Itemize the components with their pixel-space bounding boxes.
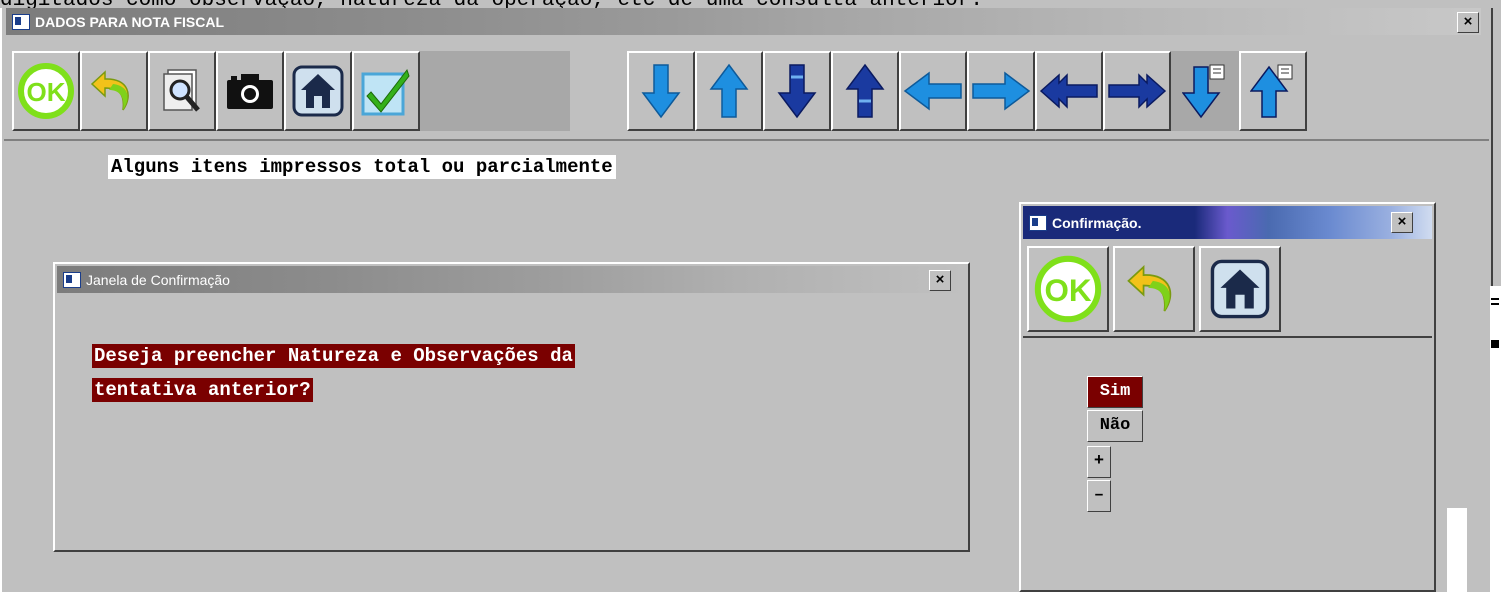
page-down-icon <box>1182 64 1225 119</box>
panel-home-button[interactable] <box>1199 246 1281 332</box>
window-app-icon <box>1029 214 1047 231</box>
confirm-dialog-titlebar[interactable]: Janela de Confirmação <box>57 266 966 293</box>
home-button[interactable] <box>284 51 352 131</box>
option-nao[interactable]: Não <box>1087 410 1143 442</box>
page-up-button[interactable] <box>1239 51 1307 131</box>
arrow-down-dark-button[interactable] <box>763 51 831 131</box>
arrow-up-dark-icon <box>845 63 885 118</box>
confirmation-panel-title: Confirmação. <box>1052 214 1142 231</box>
home-icon <box>1210 259 1270 319</box>
confirm-dialog: Janela de Confirmação × Deseja preencher… <box>53 262 970 552</box>
camera-button[interactable] <box>216 51 284 131</box>
edge-mark <box>1491 298 1499 300</box>
arrow-up-dark-button[interactable] <box>831 51 899 131</box>
arrow-up-icon <box>709 63 749 118</box>
confirm-dialog-title: Janela de Confirmação <box>86 271 230 288</box>
ok-icon: OK <box>1034 255 1102 323</box>
option-minus[interactable]: – <box>1087 480 1111 512</box>
undo-arrow-icon <box>90 70 129 111</box>
empty-toolbar-slot <box>420 51 570 131</box>
page-up-icon <box>1250 64 1293 118</box>
last-record-button[interactable] <box>1103 51 1171 131</box>
confirm-message-line2: tentativa anterior? <box>92 378 313 402</box>
main-window-titlebar[interactable]: DADOS PARA NOTA FISCAL <box>6 8 1481 35</box>
confirm-message-line1: Deseja preencher Natureza e Observações … <box>92 344 575 368</box>
main-window-title: DADOS PARA NOTA FISCAL <box>35 13 224 30</box>
confirmation-panel: Confirmação. × OK <box>1019 202 1436 592</box>
arrow-down-icon <box>641 64 681 119</box>
arrow-up-button[interactable] <box>695 51 763 131</box>
window-app-icon <box>12 13 30 30</box>
confirm-check-button[interactable] <box>352 51 420 131</box>
confirm-dialog-close-button[interactable]: × <box>929 270 951 291</box>
confirmation-panel-close-button[interactable]: × <box>1391 212 1413 233</box>
confirmation-panel-toolbar: OK <box>1023 244 1432 338</box>
panel-back-button[interactable] <box>1113 246 1195 332</box>
confirmation-panel-titlebar[interactable]: Confirmação. <box>1023 206 1432 239</box>
svg-text:OK: OK <box>1044 273 1091 308</box>
magnifier-icon <box>163 69 200 112</box>
status-banner: Alguns itens impressos total ou parcialm… <box>108 155 616 179</box>
preview-button[interactable] <box>148 51 216 131</box>
svg-text:OK: OK <box>27 77 66 107</box>
back-button[interactable] <box>80 51 148 131</box>
option-sim[interactable]: Sim <box>1087 376 1143 408</box>
window-app-icon <box>63 271 81 288</box>
main-window-close-button[interactable]: × <box>1457 12 1479 33</box>
arrow-left-icon <box>903 71 962 111</box>
right-edge-strip <box>1490 286 1501 592</box>
white-bar <box>1447 508 1467 592</box>
edge-mark <box>1491 303 1499 305</box>
ok-button[interactable]: OK <box>12 51 80 131</box>
double-arrow-right-icon <box>1108 73 1167 109</box>
option-plus[interactable]: + <box>1087 446 1111 478</box>
home-icon <box>292 65 344 117</box>
arrow-right-button[interactable] <box>967 51 1035 131</box>
page-down-button[interactable] <box>1171 51 1239 131</box>
first-record-button[interactable] <box>1035 51 1103 131</box>
undo-arrow-icon <box>1127 264 1172 312</box>
arrow-left-button[interactable] <box>899 51 967 131</box>
panel-ok-button[interactable]: OK <box>1027 246 1109 332</box>
edge-mark <box>1491 340 1499 348</box>
arrow-right-icon <box>972 71 1031 111</box>
camera-icon <box>227 74 273 109</box>
ok-icon: OK <box>18 63 74 119</box>
toolbar: OK <box>4 41 1489 141</box>
arrow-down-dark-icon <box>777 64 817 119</box>
arrow-down-button[interactable] <box>627 51 695 131</box>
checkmark-icon <box>361 68 410 116</box>
double-arrow-left-icon <box>1039 73 1098 109</box>
